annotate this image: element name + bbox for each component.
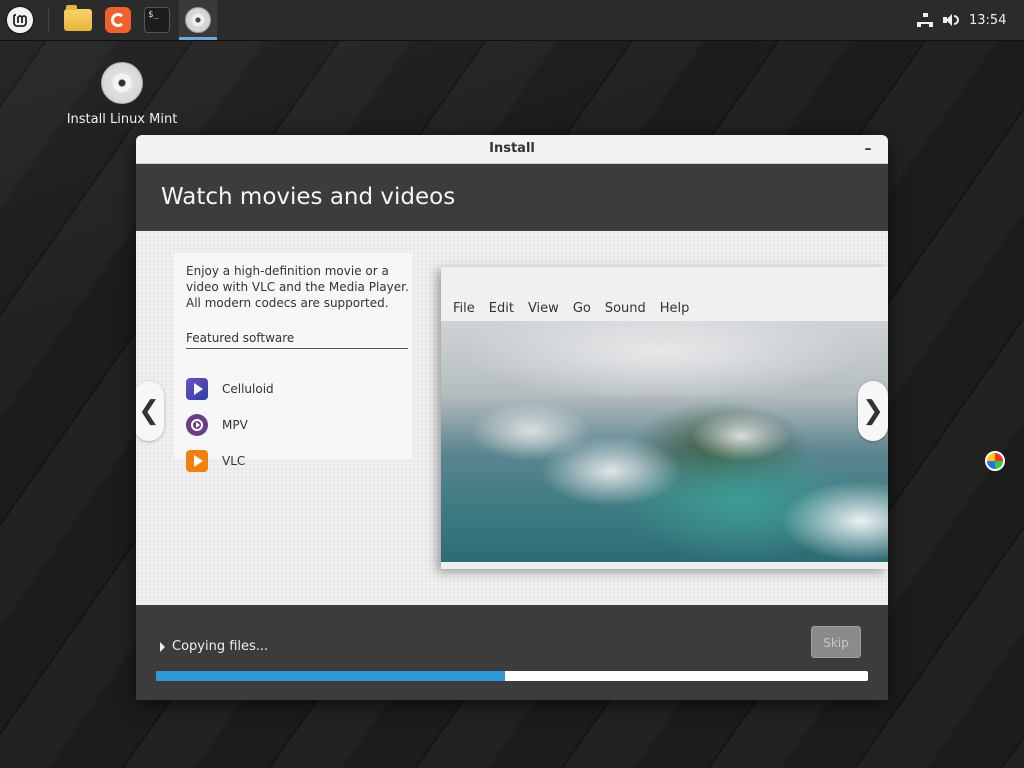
player-menu-sound: Sound bbox=[604, 300, 646, 316]
menu-icon[interactable] bbox=[5, 5, 35, 35]
featured-software-label: Featured software bbox=[186, 331, 408, 349]
video-frame bbox=[441, 321, 888, 562]
panel-separator bbox=[48, 8, 49, 32]
minimize-button[interactable]: – bbox=[860, 135, 876, 163]
celluloid-icon bbox=[186, 378, 208, 400]
top-panel: $_ 13:54 bbox=[0, 0, 1024, 41]
install-progress-bar bbox=[156, 671, 868, 681]
window-title: Install bbox=[489, 141, 535, 156]
expander-arrow-icon bbox=[160, 641, 165, 652]
details-expander[interactable]: Copying files... bbox=[160, 639, 268, 654]
slide-description: Enjoy a high-definition movie or a video… bbox=[186, 264, 409, 310]
app-name: Celluloid bbox=[222, 382, 274, 396]
player-menu-help: Help bbox=[659, 300, 690, 316]
skip-button[interactable]: Skip bbox=[811, 626, 861, 658]
app-item-celluloid: Celluloid bbox=[186, 377, 386, 401]
slideshow: Enjoy a high-definition movie or a video… bbox=[136, 231, 888, 605]
disc-icon bbox=[101, 62, 143, 104]
desktop-icon-label: Install Linux Mint bbox=[66, 112, 178, 127]
app-name: MPV bbox=[222, 418, 248, 432]
next-slide-button[interactable]: ❯ bbox=[858, 381, 888, 441]
slide-text-box: Enjoy a high-definition movie or a video… bbox=[174, 253, 412, 472]
slide-heading: Watch movies and videos bbox=[136, 164, 888, 231]
status-text: Copying files... bbox=[172, 639, 269, 654]
clock[interactable]: 13:54 bbox=[969, 0, 1006, 40]
app-name: VLC bbox=[222, 454, 246, 468]
firefox-icon[interactable] bbox=[102, 3, 134, 37]
media-player-screenshot: File Edit View Go Sound Help bbox=[441, 267, 888, 569]
vlc-icon bbox=[186, 450, 208, 472]
previous-slide-button[interactable]: ❮ bbox=[136, 381, 164, 441]
player-menubar: File Edit View Go Sound Help bbox=[441, 295, 888, 321]
install-status-area: Copying files... Skip bbox=[136, 605, 888, 700]
player-menu-view: View bbox=[527, 300, 559, 316]
app-item-mpv: MPV bbox=[186, 413, 386, 437]
terminal-icon[interactable]: $_ bbox=[141, 3, 173, 37]
active-task-indicator bbox=[179, 37, 217, 40]
player-menu-edit: Edit bbox=[488, 300, 514, 316]
desktop-icon-install[interactable]: Install Linux Mint bbox=[60, 62, 184, 127]
player-menu-file: File bbox=[453, 300, 475, 316]
player-menu-go: Go bbox=[572, 300, 591, 316]
window-titlebar[interactable]: Install – bbox=[136, 135, 888, 164]
files-icon[interactable] bbox=[62, 3, 94, 37]
app-item-vlc: VLC bbox=[186, 449, 386, 473]
installer-disc-icon[interactable] bbox=[182, 3, 214, 37]
volume-icon[interactable] bbox=[943, 0, 959, 40]
installer-window: Install – Watch movies and videos Enjoy … bbox=[136, 135, 888, 700]
mpv-icon bbox=[186, 414, 208, 436]
terminal-glyph: $_ bbox=[144, 7, 170, 33]
network-icon[interactable] bbox=[917, 0, 933, 40]
color-picker-cursor-icon bbox=[985, 451, 1005, 471]
progress-fill bbox=[156, 671, 505, 681]
